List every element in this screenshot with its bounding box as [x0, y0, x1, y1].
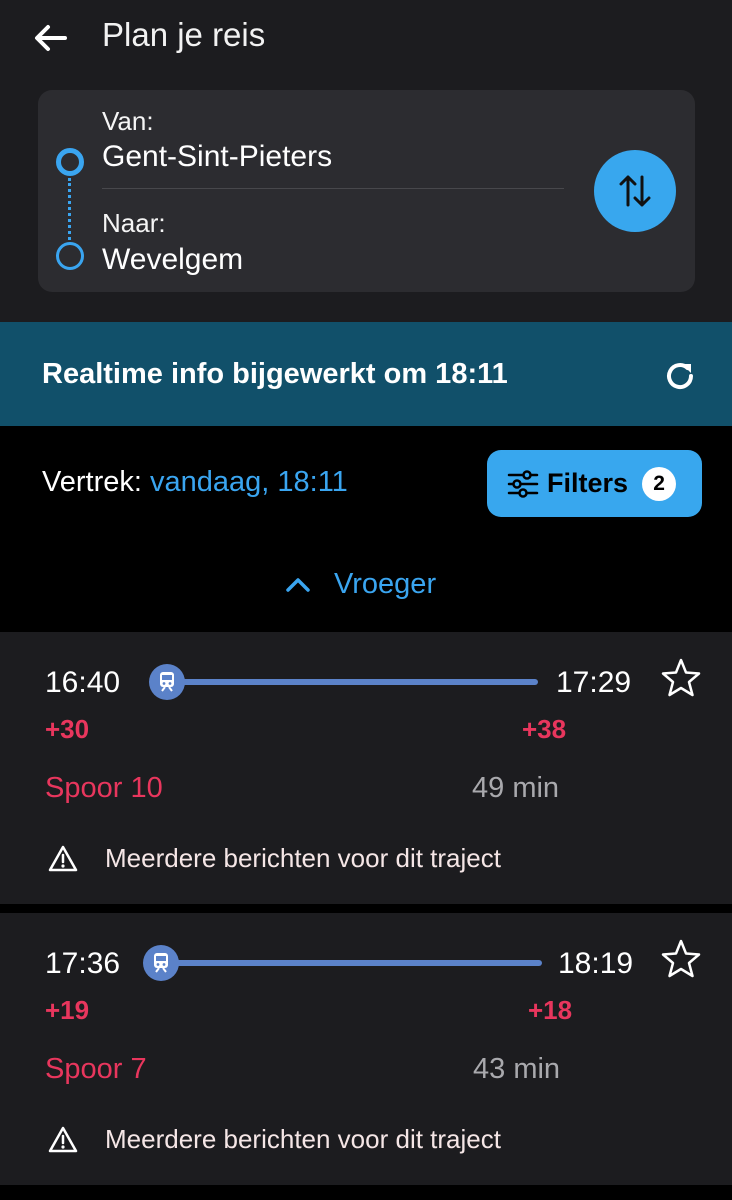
origin-dot-icon	[56, 148, 84, 176]
back-arrow-icon	[35, 25, 67, 51]
route-connector	[68, 178, 71, 240]
arrival-delay: +18	[528, 995, 573, 1025]
departure-time-row: Vertrek: vandaag, 18:11	[42, 466, 348, 499]
earlier-label: Vroeger	[334, 568, 437, 600]
header: Plan je reis Van: Gent-Sint-Pieters Naar…	[0, 0, 732, 322]
platform: Spoor 10	[45, 772, 163, 804]
filters-label: Filters	[547, 468, 629, 498]
chevron-up-icon	[286, 577, 310, 592]
train-icon	[143, 945, 179, 981]
platform: Spoor 7	[45, 1053, 147, 1085]
back-button[interactable]	[28, 18, 72, 58]
from-label: Van:	[102, 106, 154, 136]
to-label: Naar:	[102, 208, 166, 238]
from-station-field[interactable]: Gent-Sint-Pieters	[102, 140, 332, 174]
to-station-field[interactable]: Wevelgem	[102, 243, 243, 277]
filters-count-badge: 2	[642, 466, 677, 501]
route-card: Van: Gent-Sint-Pieters Naar: Wevelgem	[38, 90, 695, 292]
trip-duration: 43 min	[473, 1053, 561, 1085]
trip-message: Meerdere berichten voor dit traject	[105, 843, 501, 873]
warning-icon	[48, 1126, 78, 1153]
filters-button[interactable]: Filters 2	[487, 450, 702, 517]
trip-line	[168, 679, 538, 685]
trip-message: Meerdere berichten voor dit traject	[105, 1124, 501, 1154]
star-icon[interactable]	[659, 656, 703, 700]
filter-sliders-icon	[507, 469, 539, 498]
trip-duration: 49 min	[472, 772, 560, 804]
trip-card[interactable]: 17:36 18:19 +19 +18 Spoor 7 43 min Meerd…	[0, 913, 732, 1185]
realtime-banner: Realtime info bijgewerkt om 18:11	[0, 322, 732, 426]
swap-stations-button[interactable]	[594, 150, 676, 232]
refresh-button[interactable]	[660, 356, 700, 396]
trip-card[interactable]: 16:40 17:29 +30 +38 Spoor 10 49 min Meer…	[0, 632, 732, 904]
destination-dot-icon	[56, 242, 84, 270]
arrival-delay: +38	[522, 714, 567, 744]
realtime-info-text: Realtime info bijgewerkt om 18:11	[42, 358, 508, 390]
earlier-button[interactable]: Vroeger	[284, 568, 436, 601]
divider	[102, 188, 564, 189]
train-icon	[149, 664, 185, 700]
departure-delay: +19	[45, 995, 90, 1025]
warning-icon	[48, 845, 78, 872]
departure-time-link[interactable]: vandaag, 18:11	[150, 466, 348, 498]
trip-line	[160, 960, 542, 966]
page-title: Plan je reis	[102, 16, 266, 53]
departure-delay: +30	[45, 714, 90, 744]
departure-label: Vertrek:	[42, 466, 142, 498]
arrival-time: 18:19	[558, 947, 634, 980]
arrival-time: 17:29	[556, 666, 632, 699]
swap-icon	[619, 175, 651, 207]
departure-time: 16:40	[45, 666, 121, 699]
refresh-icon	[667, 363, 694, 390]
star-icon[interactable]	[659, 937, 703, 981]
departure-time: 17:36	[45, 947, 121, 980]
